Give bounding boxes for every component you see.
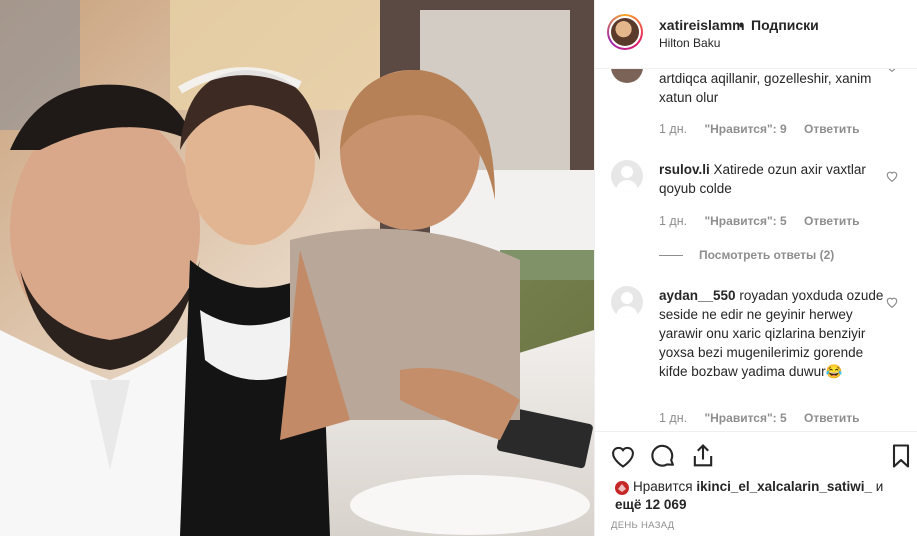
comment-time[interactable]: 1 дн. [659, 411, 687, 425]
replies-divider-line [659, 255, 683, 257]
post-side-panel: xatireislamm • Подписки Hilton Baku artd… [594, 0, 917, 536]
likes-prefix: Нравится [633, 479, 693, 494]
commenter-avatar[interactable] [611, 286, 643, 318]
post-photo[interactable] [0, 0, 594, 536]
liker-username[interactable]: ikinci_el_xalcalarin_satiwi_ [696, 479, 872, 494]
heart-icon[interactable] [609, 442, 637, 470]
comment-like-heart-icon[interactable] [885, 295, 899, 309]
post-date[interactable]: ДЕНЬ НАЗАД [611, 520, 674, 531]
view-replies-label: Посмотреть ответы (2) [699, 248, 835, 262]
post-actions-bar [595, 431, 917, 472]
comment-likes[interactable]: "Нравится": 9 [704, 122, 786, 136]
view-replies-button[interactable]: Посмотреть ответы (2) [659, 248, 834, 262]
author-avatar[interactable] [607, 14, 643, 50]
commenter-avatar[interactable] [611, 160, 643, 192]
separator-dot: • [739, 17, 744, 33]
likes-more-count[interactable]: ещё 12 069 [615, 497, 686, 512]
comment-text: rsulov.li Xatirede ozun axir vaxtlar qoy… [659, 160, 887, 198]
comment-text: artdiqca aqillanir, gozelleshir, xanim x… [659, 71, 872, 105]
comment-username[interactable]: aydan__550 [659, 288, 736, 303]
comment-time[interactable]: 1 дн. [659, 122, 687, 136]
comments-list[interactable]: artdiqca aqillanir, gozelleshir, xanim x… [595, 69, 917, 431]
likes-and: и [875, 479, 884, 494]
comment-like-heart-icon[interactable] [885, 69, 899, 73]
comment-reply-button[interactable]: Ответить [804, 411, 859, 425]
comment-like-heart-icon[interactable] [885, 169, 899, 183]
comment-reply-button[interactable]: Ответить [804, 122, 859, 136]
following-button[interactable]: Подписки [751, 17, 819, 33]
comment-icon[interactable] [649, 442, 677, 470]
post-header: xatireislamm • Подписки Hilton Baku [595, 0, 917, 69]
post-location[interactable]: Hilton Baku [659, 36, 720, 50]
comment-likes[interactable]: "Нравится": 5 [704, 214, 786, 228]
comment-reply-button[interactable]: Ответить [804, 214, 859, 228]
author-username[interactable]: xatireislamm [659, 17, 745, 33]
commenter-avatar[interactable] [611, 69, 643, 83]
comment-username[interactable]: rsulov.li [659, 162, 710, 177]
share-icon[interactable] [689, 442, 717, 470]
bookmark-icon[interactable] [887, 442, 915, 470]
photo-illustration [0, 0, 594, 536]
comment-text: aydan__550 royadan yoxduda ozude seside … [659, 286, 887, 381]
comment-likes[interactable]: "Нравится": 5 [704, 411, 786, 425]
comment-meta: 1 дн. "Нравится": 5 Ответить [659, 214, 873, 228]
comment-meta: 1 дн. "Нравится": 9 Ответить [659, 122, 873, 136]
comment-meta: 1 дн. "Нравится": 5 Ответить [659, 411, 873, 425]
comment-time[interactable]: 1 дн. [659, 214, 687, 228]
likes-summary: Нравится ikinci_el_xalcalarin_satiwi_ и … [615, 478, 905, 514]
